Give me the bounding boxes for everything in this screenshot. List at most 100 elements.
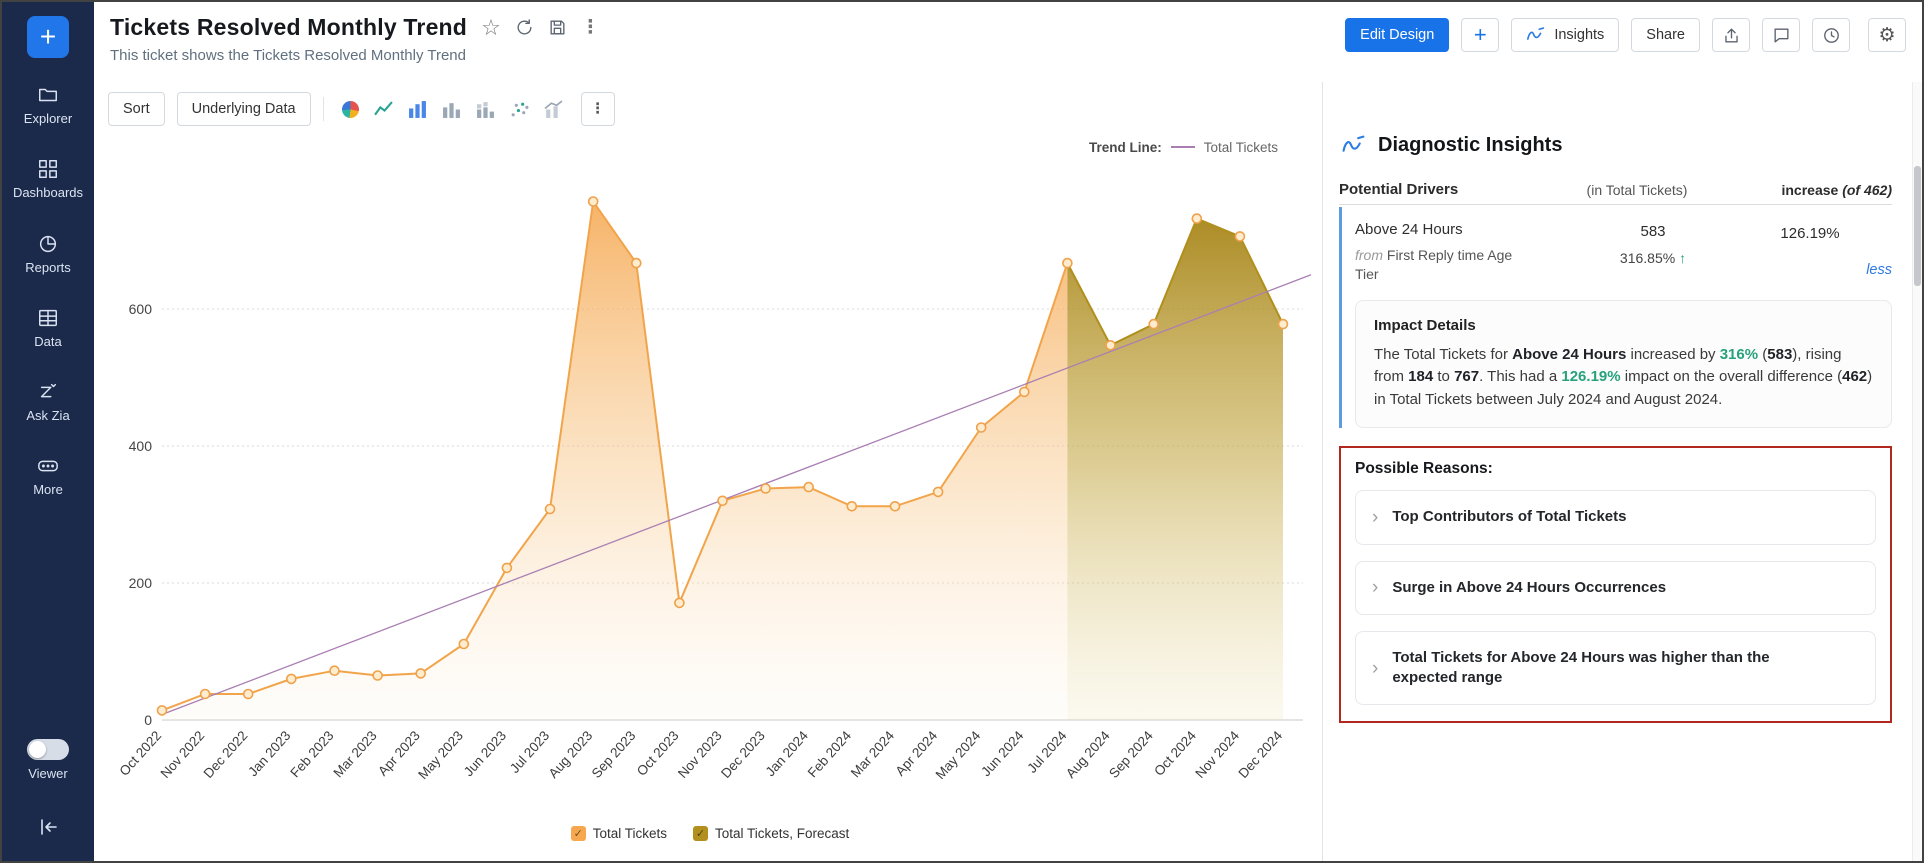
diagnostic-insights-panel: Diagnostic Insights Potential Drivers (i… <box>1322 82 1922 861</box>
svg-text:Aug 2023: Aug 2023 <box>546 728 596 781</box>
settings-button[interactable]: ⚙ <box>1868 18 1906 52</box>
col-increase: increase (of 462) <box>1712 182 1892 198</box>
stacked-bar-icon[interactable] <box>476 100 495 119</box>
svg-text:Jun 2024: Jun 2024 <box>978 728 1027 780</box>
svg-text:0: 0 <box>144 712 152 728</box>
impact-details-title: Impact Details <box>1374 317 1873 334</box>
sort-button[interactable]: Sort <box>108 92 165 126</box>
more-options-icon[interactable]: ⋮ <box>581 16 600 39</box>
refresh-icon[interactable] <box>515 18 534 37</box>
viewer-toggle[interactable] <box>27 739 69 760</box>
svg-text:Jul 2023: Jul 2023 <box>507 728 552 776</box>
pct-value: 316.85% <box>1620 250 1679 266</box>
sidebar-item-dashboards[interactable]: Dashboards <box>2 158 94 200</box>
insights-panel-title: Diagnostic Insights <box>1378 134 1562 157</box>
less-link[interactable]: less <box>1728 262 1892 278</box>
chevron-right-icon: › <box>1372 508 1378 527</box>
driver-name: Above 24 Hours <box>1355 221 1578 238</box>
legend-item-total-tickets[interactable]: Total Tickets <box>571 826 667 841</box>
insights-panel-header: Diagnostic Insights <box>1323 82 1922 171</box>
chevron-right-icon: › <box>1372 659 1378 678</box>
viewer-label: Viewer <box>28 767 68 781</box>
report-header: Tickets Resolved Monthly Trend ☆ ⋮ This … <box>94 2 1922 82</box>
svg-text:Aug 2024: Aug 2024 <box>1063 728 1113 781</box>
comment-icon <box>1772 26 1791 45</box>
sidebar-item-label: Reports <box>25 261 71 275</box>
sidebar-item-explorer[interactable]: Explorer <box>2 84 94 126</box>
scrollbar-thumb[interactable] <box>1914 166 1921 286</box>
content-area: Sort Underlying Data <box>94 82 1922 861</box>
possible-reasons-title: Possible Reasons: <box>1355 460 1876 478</box>
drivers-table-header: Potential Drivers (in Total Tickets) inc… <box>1339 171 1892 205</box>
reason-card-expected-range[interactable]: › Total Tickets for Above 24 Hours was h… <box>1355 631 1876 706</box>
svg-text:May 2024: May 2024 <box>933 728 984 782</box>
insights-button-label: Insights <box>1554 27 1604 43</box>
reason-card-surge[interactable]: › Surge in Above 24 Hours Occurrences <box>1355 561 1876 615</box>
svg-text:Dec 2023: Dec 2023 <box>718 728 768 781</box>
legend-label: Total Tickets, Forecast <box>715 826 849 841</box>
clustered-bar-icon[interactable] <box>442 100 461 119</box>
svg-text:Dec 2022: Dec 2022 <box>201 728 251 781</box>
svg-text:Sep 2023: Sep 2023 <box>589 728 639 781</box>
toolbar-more-button[interactable]: ⋮ <box>581 92 615 126</box>
svg-text:Mar 2024: Mar 2024 <box>848 728 898 781</box>
collapse-sidebar-icon[interactable] <box>36 815 60 839</box>
trend-line-series: Total Tickets <box>1204 140 1278 155</box>
svg-text:400: 400 <box>129 438 153 454</box>
gear-icon: ⚙ <box>1878 24 1895 47</box>
driver-impact: 126.19% <box>1728 221 1892 242</box>
impact-text: The Total Tickets for Above 24 Hours inc… <box>1374 344 1873 412</box>
zia-icon <box>1341 134 1367 157</box>
sidebar-item-more[interactable]: More <box>2 455 94 497</box>
sidebar-item-ask-zia[interactable]: Ask Zia <box>2 381 94 423</box>
edit-design-button[interactable]: Edit Design <box>1345 18 1449 52</box>
sidebar-item-label: More <box>33 483 63 497</box>
sidebar-item-reports[interactable]: Reports <box>2 233 94 275</box>
svg-text:Jun 2023: Jun 2023 <box>461 728 509 779</box>
sidebar-item-label: Dashboards <box>13 186 83 200</box>
grid-icon <box>37 158 59 180</box>
reason-card-top-contributors[interactable]: › Top Contributors of Total Tickets <box>1355 490 1876 544</box>
svg-text:Nov 2023: Nov 2023 <box>675 728 725 781</box>
add-button[interactable]: + <box>1461 18 1499 52</box>
driver-source: from First Reply time Age Tier <box>1355 246 1525 284</box>
combo-chart-icon[interactable] <box>544 100 563 119</box>
svg-text:Jan 2023: Jan 2023 <box>245 728 293 779</box>
panel-scrollbar <box>1912 82 1922 861</box>
svg-text:200: 200 <box>129 575 153 591</box>
history-button[interactable] <box>1812 18 1850 52</box>
chart-toolbar: Sort Underlying Data <box>108 92 1316 126</box>
chart-type-switcher <box>336 100 569 119</box>
app-window: + Explorer Dashboards Reports Data Ask Z… <box>0 0 1924 863</box>
legend-swatch-actual <box>571 826 586 841</box>
comments-button[interactable] <box>1762 18 1800 52</box>
line-chart-icon[interactable] <box>374 100 393 119</box>
sidebar-item-label: Explorer <box>24 112 72 126</box>
reason-text: Top Contributors of Total Tickets <box>1392 507 1626 527</box>
chevron-right-icon: › <box>1372 578 1378 597</box>
svg-text:Mar 2023: Mar 2023 <box>330 728 379 780</box>
favorite-star-icon[interactable]: ☆ <box>481 15 501 41</box>
col-increase-of: (of 462) <box>1842 182 1892 198</box>
ellipsis-icon <box>37 455 59 477</box>
pie-chart-icon[interactable] <box>342 101 359 118</box>
scatter-chart-icon[interactable] <box>510 100 529 119</box>
share-button[interactable]: Share <box>1631 18 1700 52</box>
svg-text:Dec 2024: Dec 2024 <box>1235 728 1285 781</box>
chart-legend: Total Tickets Total Tickets, Forecast <box>104 820 1316 846</box>
export-button[interactable] <box>1712 18 1750 52</box>
create-new-button[interactable]: + <box>27 16 69 58</box>
underlying-data-button[interactable]: Underlying Data <box>177 92 311 126</box>
legend-item-forecast[interactable]: Total Tickets, Forecast <box>693 826 849 841</box>
possible-reasons-annotation: Possible Reasons: › Top Contributors of … <box>1339 446 1892 723</box>
trend-line-legend: Trend Line: Total Tickets <box>104 136 1316 158</box>
report-description: This ticket shows the Tickets Resolved M… <box>110 47 600 64</box>
bar-chart-icon[interactable] <box>408 100 427 119</box>
svg-text:Feb 2024: Feb 2024 <box>805 728 855 781</box>
legend-swatch-forecast <box>693 826 708 841</box>
sidebar-item-data[interactable]: Data <box>2 307 94 349</box>
insights-button[interactable]: Insights <box>1511 18 1619 52</box>
driver-expanded-block: Above 24 Hours from First Reply time Age… <box>1339 207 1892 428</box>
save-icon[interactable] <box>548 18 567 37</box>
area-chart[interactable]: 0200400600Oct 2022Nov 2022Dec 2022Jan 20… <box>104 158 1319 820</box>
